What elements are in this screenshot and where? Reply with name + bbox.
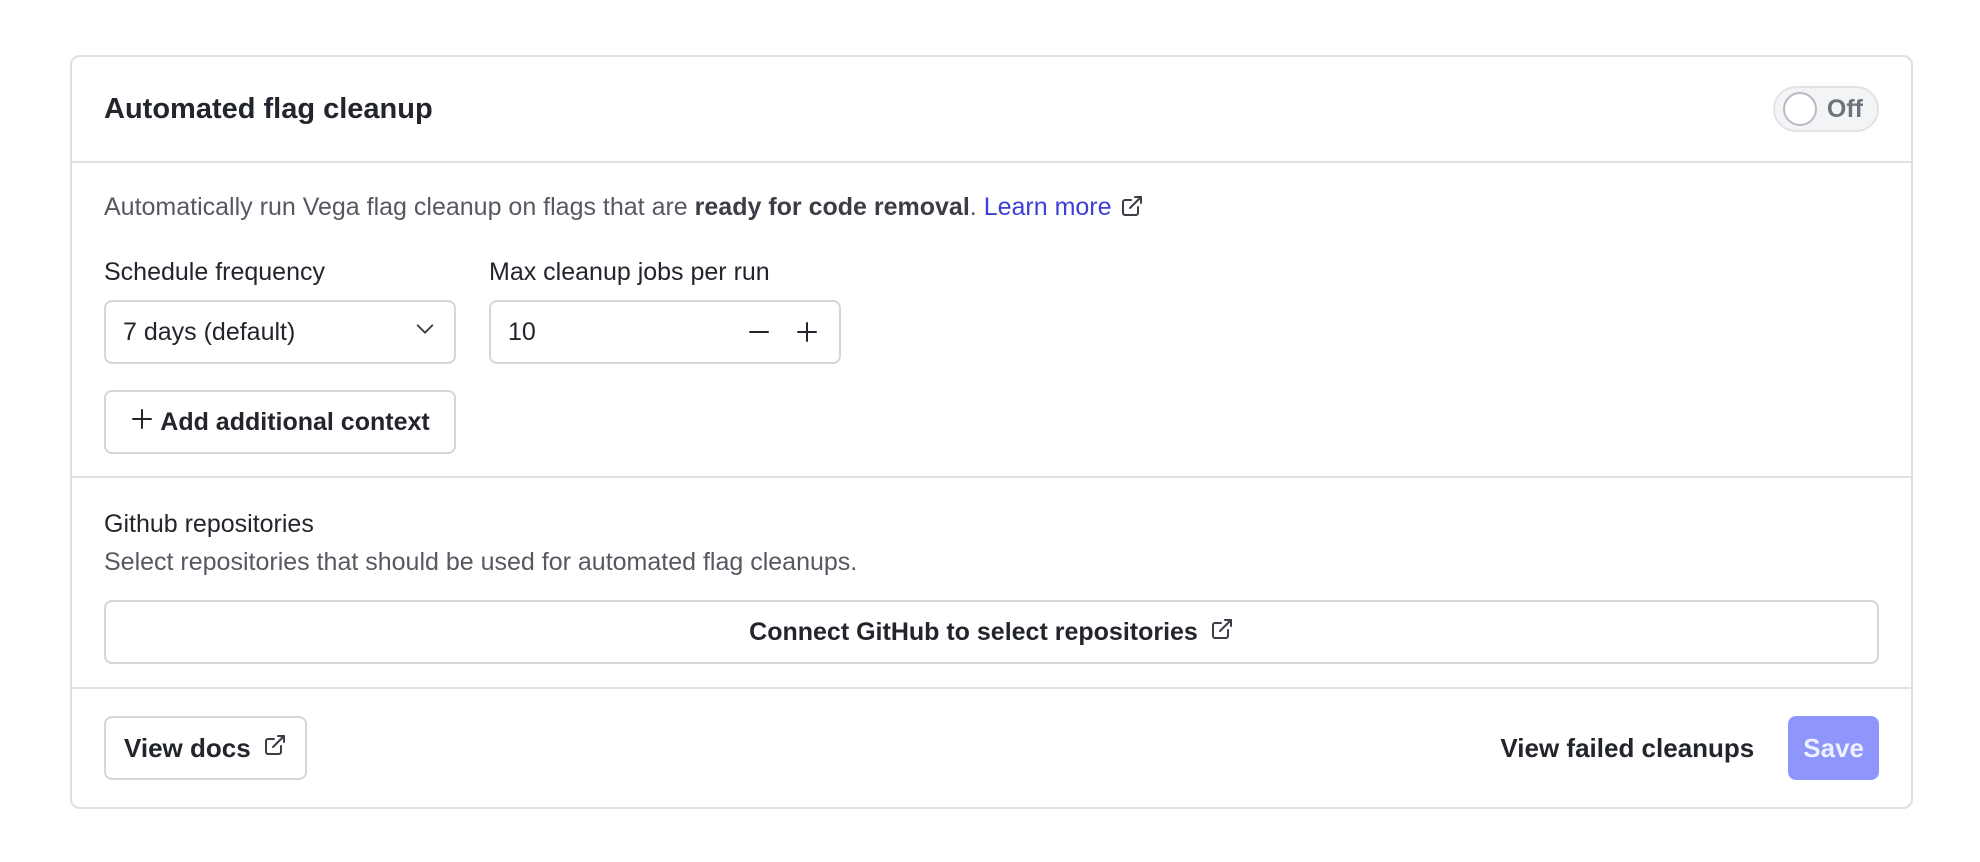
connect-github-label: Connect GitHub to select repositories (749, 617, 1198, 646)
card-title: Automated flag cleanup (104, 92, 433, 125)
schedule-frequency-value: 7 days (default) (123, 317, 296, 346)
chevron-down-icon (414, 318, 436, 347)
add-context-label: Add additional context (160, 407, 430, 436)
plus-icon (130, 407, 154, 438)
increment-button[interactable] (791, 316, 823, 348)
github-description: Select repositories that should be used … (104, 548, 858, 576)
connect-github-button[interactable]: Connect GitHub to select repositories (104, 600, 1879, 664)
max-jobs-label: Max cleanup jobs per run (489, 258, 770, 286)
view-docs-label: View docs (124, 732, 251, 763)
toggle-label: Off (1826, 94, 1863, 123)
external-link-icon (1120, 192, 1144, 228)
card-header: Automated flag cleanup Off (72, 57, 1911, 163)
external-link-icon (1210, 617, 1234, 648)
plus-icon (797, 322, 817, 342)
max-jobs-value[interactable]: 10 (508, 318, 727, 347)
save-button[interactable]: Save (1788, 716, 1879, 780)
github-title: Github repositories (104, 510, 314, 538)
description-prefix: Automatically run Vega flag cleanup on f… (104, 193, 695, 221)
max-jobs-stepper[interactable]: 10 (489, 300, 841, 364)
github-section: Github repositories Select repositories … (72, 478, 1911, 689)
settings-section: Automatically run Vega flag cleanup on f… (72, 163, 1911, 478)
footer-actions: View failed cleanups Save (1500, 716, 1879, 780)
decrement-button[interactable] (743, 316, 775, 348)
toggle-knob (1782, 92, 1817, 126)
max-jobs-field: Max cleanup jobs per run 10 (489, 256, 841, 364)
schedule-frequency-field: Schedule frequency 7 days (default) (104, 256, 456, 364)
cleanup-toggle[interactable]: Off (1772, 86, 1879, 132)
external-link-icon (263, 733, 287, 764)
schedule-frequency-select[interactable]: 7 days (default) (104, 300, 456, 364)
learn-more-label: Learn more (983, 193, 1112, 221)
view-docs-button[interactable]: View docs (104, 716, 307, 780)
cleanup-description: Automatically run Vega flag cleanup on f… (104, 189, 1879, 228)
fields-row: Schedule frequency 7 days (default) Max … (104, 256, 1879, 364)
description-bold: ready for code removal (694, 193, 970, 221)
automated-flag-cleanup-card: Automated flag cleanup Off Automatically… (70, 55, 1913, 809)
schedule-frequency-label: Schedule frequency (104, 258, 325, 286)
minus-icon (749, 331, 769, 333)
card-footer: View docs View failed cleanups Save (72, 689, 1911, 807)
add-context-button[interactable]: Add additional context (104, 390, 456, 454)
description-suffix: . (969, 193, 984, 221)
learn-more-link[interactable]: Learn more (984, 193, 1144, 221)
view-failed-cleanups-button[interactable]: View failed cleanups (1500, 733, 1754, 764)
